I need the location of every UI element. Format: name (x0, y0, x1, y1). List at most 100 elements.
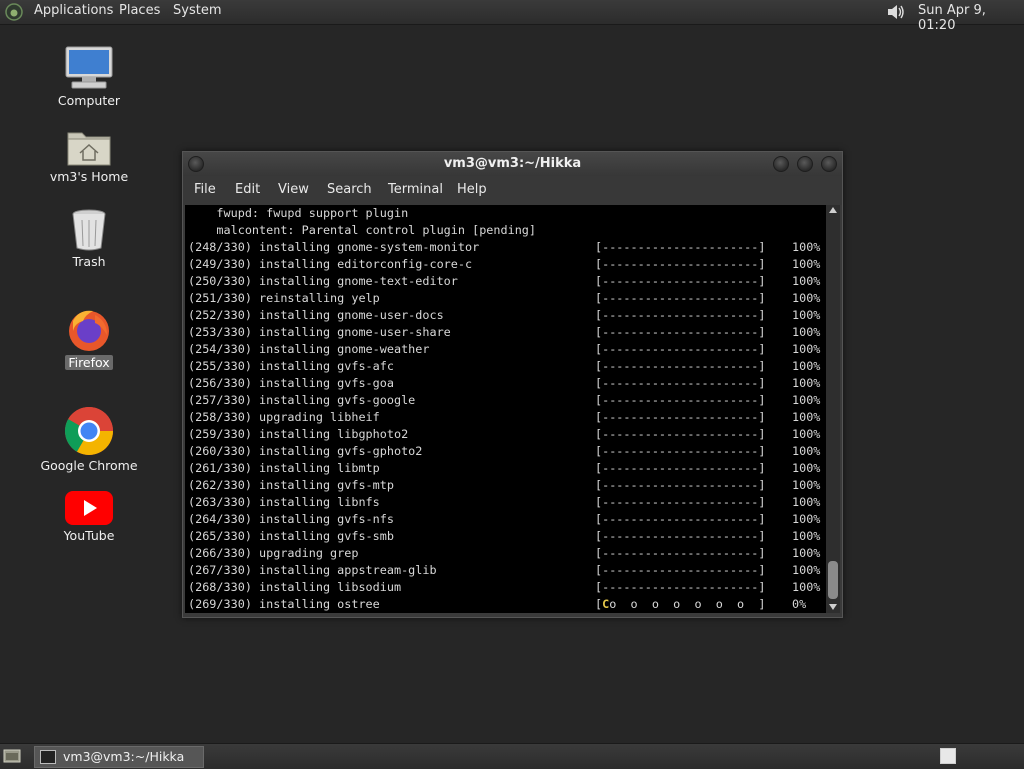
terminal-window: vm3@vm3:~/Hikka File Edit View Search Te… (182, 151, 843, 618)
package-text: (248/330) installing gnome-system-monito… (188, 240, 480, 254)
progress-bar: [----------------------] (595, 410, 766, 424)
progress-bar: [Co o o o o o o ] (595, 597, 766, 611)
progress-bar: [----------------------] (595, 529, 766, 543)
terminal-line: (257/330) installing gvfs-google [-------… (188, 392, 820, 409)
progress-percent: 100% (792, 376, 821, 390)
terminal-line: fwupd: fwupd support plugin (188, 206, 409, 220)
package-text: (264/330) installing gvfs-nfs (188, 512, 394, 526)
maximize-button[interactable] (797, 156, 813, 172)
menu-edit[interactable]: Edit (235, 182, 260, 197)
menu-terminal[interactable]: Terminal (388, 182, 443, 197)
progress-bar: [----------------------] (595, 512, 766, 526)
progress-bar: [----------------------] (595, 393, 766, 407)
package-text: (268/330) installing libsodium (188, 580, 402, 594)
home-folder-icon (67, 132, 111, 166)
terminal-line: (261/330) installing libmtp [------------… (188, 460, 820, 477)
menu-help[interactable]: Help (457, 182, 487, 197)
progress-bar: [----------------------] (595, 376, 766, 390)
terminal-line: (254/330) installing gnome-weather [-----… (188, 341, 820, 358)
progress-percent: 100% (792, 495, 821, 509)
gnome-foot-icon[interactable] (5, 3, 23, 21)
menu-file[interactable]: File (194, 182, 216, 197)
package-text: (253/330) installing gnome-user-share (188, 325, 451, 339)
desktop-icon-trash[interactable]: Trash (34, 208, 144, 269)
scrollbar-thumb[interactable] (828, 561, 838, 599)
terminal-output[interactable]: fwupd: fwupd support plugin malcontent: … (185, 205, 826, 613)
terminal-line: (264/330) installing gvfs-nfs [----------… (188, 511, 820, 528)
progress-bar: [----------------------] (595, 342, 766, 356)
package-text: (251/330) reinstalling yelp (188, 291, 380, 305)
progress-bar: [----------------------] (595, 325, 766, 339)
window-titlebar[interactable]: vm3@vm3:~/Hikka (183, 152, 842, 176)
applications-menu[interactable]: Applications (34, 3, 113, 18)
desktop-icon-label: Google Chrome (40, 458, 138, 473)
places-menu[interactable]: Places (119, 3, 160, 18)
progress-bar: [----------------------] (595, 563, 766, 577)
progress-percent: 100% (792, 359, 821, 373)
terminal-scrollbar[interactable] (826, 205, 840, 613)
progress-percent: 100% (792, 461, 821, 475)
desktop-icon-label: vm3's Home (49, 169, 129, 184)
desktop-icon-label: Trash (72, 254, 106, 269)
progress-bar: [----------------------] (595, 291, 766, 305)
progress-percent: 100% (792, 529, 821, 543)
show-desktop-icon[interactable] (3, 748, 21, 764)
desktop-icon-label: Computer (57, 93, 121, 108)
package-text: (263/330) installing libnfs (188, 495, 380, 509)
system-menu[interactable]: System (173, 3, 221, 18)
progress-percent: 0% (792, 597, 807, 611)
trash-icon (72, 209, 106, 251)
clock[interactable]: Sun Apr 9, 01:20 (918, 3, 1024, 33)
desktop-icon-computer[interactable]: Computer (34, 45, 144, 108)
progress-percent: 100% (792, 563, 821, 577)
computer-icon (65, 46, 113, 89)
package-text: (252/330) installing gnome-user-docs (188, 308, 444, 322)
close-button[interactable] (821, 156, 837, 172)
minimize-button[interactable] (773, 156, 789, 172)
package-text: (258/330) upgrading libheif (188, 410, 380, 424)
desktop-icon-label: YouTube (63, 528, 115, 543)
terminal-line: (260/330) installing gvfs-gphoto2 [------… (188, 443, 820, 460)
desktop-icon-label: Firefox (65, 355, 113, 370)
taskbar-window-label: vm3@vm3:~/Hikka (63, 749, 185, 764)
desktop-icon-youtube[interactable]: YouTube (34, 490, 144, 543)
package-text: (266/330) upgrading grep (188, 546, 359, 560)
progress-bar: [----------------------] (595, 308, 766, 322)
taskbar-window-button[interactable]: vm3@vm3:~/Hikka (34, 746, 204, 768)
workspace-switcher[interactable] (940, 748, 956, 764)
package-text: (250/330) installing gnome-text-editor (188, 274, 458, 288)
chrome-icon (64, 406, 114, 456)
firefox-icon (69, 310, 109, 351)
volume-icon[interactable] (885, 2, 907, 22)
terminal-line: (248/330) installing gnome-system-monito… (188, 239, 820, 256)
desktop-icon-home[interactable]: vm3's Home (34, 127, 144, 184)
package-text: (260/330) installing gvfs-gphoto2 (188, 444, 423, 458)
terminal-icon (40, 750, 56, 764)
progress-bar: [----------------------] (595, 240, 766, 254)
progress-bar: [----------------------] (595, 444, 766, 458)
terminal-line: (253/330) installing gnome-user-share [--… (188, 324, 820, 341)
terminal-line: (249/330) installing editorconfig-core-c… (188, 256, 820, 273)
terminal-line: malcontent: Parental control plugin [pen… (188, 223, 537, 237)
menu-search[interactable]: Search (327, 182, 372, 197)
progress-percent: 100% (792, 427, 821, 441)
progress-percent: 100% (792, 240, 821, 254)
bottom-panel: vm3@vm3:~/Hikka (0, 743, 1024, 769)
progress-percent: 100% (792, 478, 821, 492)
package-text: (269/330) installing ostree (188, 597, 380, 611)
desktop-icon-firefox[interactable]: Firefox (34, 307, 144, 370)
progress-bar: [----------------------] (595, 274, 766, 288)
terminal-line: (267/330) installing appstream-glib [----… (188, 562, 820, 579)
progress-bar: [----------------------] (595, 257, 766, 271)
pacman-pellets: o o o o o o o ] (609, 597, 766, 611)
progress-bar: [----------------------] (595, 580, 766, 594)
package-text: (261/330) installing libmtp (188, 461, 380, 475)
terminal-line: (269/330) installing ostree [Co o o o o o… (188, 596, 806, 613)
menu-view[interactable]: View (278, 182, 309, 197)
package-text: (255/330) installing gvfs-afc (188, 359, 394, 373)
scroll-up-arrow-icon[interactable] (829, 207, 837, 213)
desktop-icon-chrome[interactable]: Google Chrome (34, 406, 144, 473)
scroll-down-arrow-icon[interactable] (829, 604, 837, 610)
top-panel: Applications Places System Sun Apr 9, 01… (0, 0, 1024, 33)
progress-bar: [----------------------] (595, 461, 766, 475)
